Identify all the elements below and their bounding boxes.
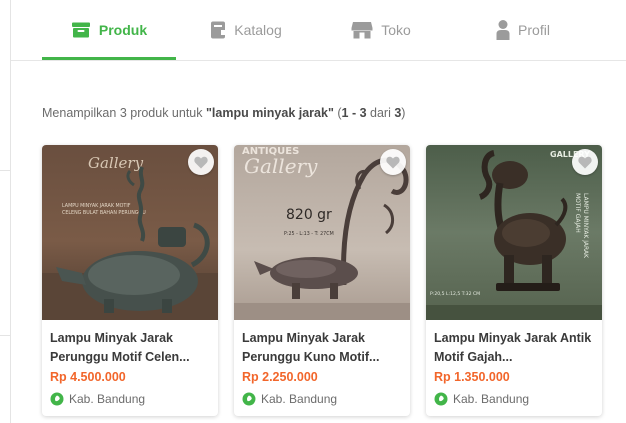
photo-caption: P:25 - L:13 - T: 27CM: [284, 231, 334, 237]
heart-icon: [386, 156, 400, 168]
product-location: Kab. Bandung: [434, 392, 529, 406]
product-image[interactable]: GALLERY LAMPU MINYAK JARAK MOTIF GAJAH P…: [426, 145, 602, 320]
product-location: Kab. Bandung: [50, 392, 145, 406]
photo-caption: P:20,5 L:12,5 T:32 CM: [430, 291, 480, 297]
results-summary: Menampilkan 3 produk untuk "lampu minyak…: [42, 106, 405, 120]
range-to: 3: [359, 106, 367, 120]
photo-caption: MOTIF GAJAH: [574, 193, 581, 233]
search-query: "lampu minyak jarak": [205, 106, 334, 120]
product-card[interactable]: ANTIQUES Gallery 820 gr P:25 - L:13 - T:…: [234, 145, 410, 416]
wishlist-button[interactable]: [188, 149, 214, 175]
user-icon: [496, 20, 510, 40]
location-label: Kab. Bandung: [453, 392, 530, 406]
tab-katalog[interactable]: Katalog: [196, 0, 296, 60]
summary-prefix: Menampilkan 3 produk untuk: [42, 106, 206, 120]
wishlist-button[interactable]: [572, 149, 598, 175]
product-card[interactable]: GALLERY LAMPU MINYAK JARAK MOTIF GAJAH P…: [426, 145, 602, 416]
photo-caption: 820 gr: [286, 207, 332, 223]
store-icon: [71, 22, 91, 38]
tab-label: Profil: [518, 22, 550, 38]
tab-produk[interactable]: Produk: [42, 0, 176, 60]
product-price: Rp 2.250.000: [242, 370, 318, 384]
range-separator: -: [348, 106, 360, 120]
left-sidebar: [0, 0, 11, 423]
photo-caption: LAMPU MINYAK JARAK MOTIF: [62, 203, 131, 209]
summary-range-of: dari: [366, 106, 395, 120]
official-badge-icon: [434, 392, 448, 406]
tab-label: Katalog: [234, 22, 282, 38]
photo-caption: CELENG BULAT BAHAN PERUNGGU: [62, 210, 146, 216]
location-label: Kab. Bandung: [261, 392, 338, 406]
tab-profil[interactable]: Profil: [473, 0, 573, 60]
sidebar-divider: [0, 170, 10, 171]
photo-caption: LAMPU MINYAK JARAK: [582, 193, 589, 259]
location-label: Kab. Bandung: [69, 392, 146, 406]
official-badge-icon: [242, 392, 256, 406]
product-card[interactable]: Gallery LAMPU MINYAK JARAK MOTIF CELENG …: [42, 145, 218, 416]
product-image[interactable]: Gallery LAMPU MINYAK JARAK MOTIF CELENG …: [42, 145, 218, 320]
catalog-icon: [210, 21, 226, 39]
official-badge-icon: [50, 392, 64, 406]
tab-bar: Produk Katalog Toko Profil: [11, 0, 626, 61]
tab-label: Produk: [98, 22, 148, 38]
wishlist-button[interactable]: [380, 149, 406, 175]
sidebar-divider: [0, 335, 10, 336]
product-image[interactable]: ANTIQUES Gallery 820 gr P:25 - L:13 - T:…: [234, 145, 410, 320]
shop-icon: [351, 21, 373, 39]
heart-icon: [194, 156, 208, 168]
product-name[interactable]: Lampu Minyak Jarak Perunggu Kuno Motif..…: [242, 329, 402, 367]
product-name[interactable]: Lampu Minyak Jarak Antik Motif Gajah...: [434, 329, 594, 367]
search-results-panel: Produk Katalog Toko Profil Menampilkan 3…: [11, 0, 626, 423]
page: Produk Katalog Toko Profil Menampilkan 3…: [0, 0, 626, 423]
product-price: Rp 4.500.000: [50, 370, 126, 384]
summary-range-close: ): [401, 106, 406, 120]
product-price: Rp 1.350.000: [434, 370, 510, 384]
active-tab-indicator: [42, 57, 176, 60]
product-name[interactable]: Lampu Minyak Jarak Perunggu Motif Celen.…: [50, 329, 210, 367]
summary-range-open: (: [333, 106, 342, 120]
tab-toko[interactable]: Toko: [336, 0, 426, 60]
heart-icon: [578, 156, 592, 168]
product-location: Kab. Bandung: [242, 392, 337, 406]
photo-watermark: Gallery: [244, 154, 318, 178]
tab-label: Toko: [381, 22, 411, 38]
photo-watermark: Gallery: [88, 154, 144, 172]
